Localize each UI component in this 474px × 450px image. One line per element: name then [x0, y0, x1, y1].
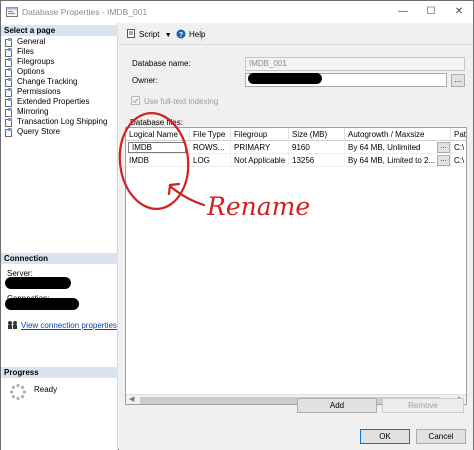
progress-spinner-icon	[9, 383, 27, 401]
owner-label: Owner:	[132, 76, 158, 85]
cell-autogrowth[interactable]: By 64 MB, Limited to 2...	[345, 154, 451, 167]
fulltext-checkbox[interactable]	[131, 96, 140, 105]
dialog-button-bar: OK Cancel	[119, 423, 473, 450]
sidebar-item-general[interactable]: General	[5, 37, 45, 47]
page-icon	[5, 38, 13, 47]
database-name-label: Database name:	[132, 59, 191, 68]
sidebar-item-mirroring[interactable]: Mirroring	[5, 107, 49, 117]
cell-filegroup[interactable]: Not Applicable	[231, 154, 289, 167]
cell-file-type[interactable]: LOG	[190, 154, 231, 167]
logical-name-editor[interactable]: IMDB	[128, 142, 186, 153]
page-icon	[5, 58, 13, 67]
cell-path[interactable]: C:\	[451, 141, 466, 154]
page-icon	[5, 78, 13, 87]
cell-size[interactable]: 13256	[289, 154, 345, 167]
page-icon	[5, 108, 13, 117]
page-icon	[5, 118, 13, 127]
script-button[interactable]: Script ▼	[127, 29, 172, 39]
cell-logical-name[interactable]: IMDB	[126, 141, 190, 154]
cell-path[interactable]: C:\	[451, 154, 466, 167]
close-button[interactable]: ✕	[445, 1, 473, 23]
connection-header: Connection	[1, 253, 118, 264]
cancel-button[interactable]: Cancel	[416, 429, 466, 444]
sidebar-item-permissions[interactable]: Permissions	[5, 87, 61, 97]
sidebar-item-query-store[interactable]: Query Store	[5, 127, 60, 137]
view-connection-properties[interactable]: View connection properties	[7, 320, 117, 330]
server-redaction	[5, 277, 71, 289]
script-icon	[127, 29, 135, 38]
fulltext-label: Use full-text indexing	[144, 97, 219, 106]
database-name-field[interactable]: IMDB_001	[245, 57, 465, 71]
remove-button[interactable]: Remove	[382, 398, 464, 413]
database-properties-icon	[6, 7, 18, 17]
right-pane: Script ▼ ? Help Database name: IMDB_001 …	[119, 23, 473, 423]
view-connection-properties-link[interactable]: View connection properties	[21, 321, 117, 330]
sidebar-item-transaction-log-shipping[interactable]: Transaction Log Shipping	[5, 117, 107, 127]
progress-status: Ready	[34, 385, 58, 394]
column-header-size[interactable]: Size (MB)	[289, 128, 345, 141]
script-dropdown-chevron-icon[interactable]: ▼	[165, 32, 172, 39]
sidebar-item-files[interactable]: Files	[5, 47, 34, 57]
sidebar-item-options[interactable]: Options	[5, 67, 45, 77]
database-files-grid: Logical Name File Type Filegroup Size (M…	[125, 127, 467, 405]
column-header-filegroup[interactable]: Filegroup	[231, 128, 289, 141]
help-icon: ?	[176, 29, 186, 39]
database-properties-window: Database Properties - IMDB_001 — ☐ ✕ Sel…	[0, 0, 474, 450]
column-header-autogrowth[interactable]: Autogrowth / Maxsize	[345, 128, 451, 141]
select-page-header: Select a page	[1, 25, 118, 36]
add-button[interactable]: Add	[297, 398, 377, 413]
help-button[interactable]: ? Help	[176, 29, 205, 39]
autogrowth-browse-button[interactable]: ...	[437, 155, 450, 166]
page-icon	[5, 48, 13, 57]
connection-properties-icon	[8, 321, 17, 329]
column-header-file-type[interactable]: File Type	[190, 128, 231, 141]
minimize-button[interactable]: —	[389, 1, 417, 23]
scroll-left-arrow-icon[interactable]: ◀	[129, 395, 134, 403]
sidebar-item-extended-properties[interactable]: Extended Properties	[5, 97, 90, 107]
svg-text:?: ?	[179, 32, 183, 39]
owner-browse-button[interactable]: ...	[451, 74, 465, 87]
ok-button[interactable]: OK	[360, 429, 410, 444]
cell-autogrowth[interactable]: By 64 MB, Unlimited	[345, 141, 451, 154]
checkmark-icon	[132, 98, 139, 104]
page-icon	[5, 68, 13, 77]
page-icon	[5, 128, 13, 137]
left-pane: Select a page General Files Filegroups O…	[1, 23, 118, 450]
maximize-button[interactable]: ☐	[417, 1, 445, 23]
progress-header: Progress	[1, 367, 118, 378]
cell-size[interactable]: 9160	[289, 141, 345, 154]
autogrowth-browse-button[interactable]: ...	[437, 142, 450, 153]
cell-logical-name[interactable]: IMDB	[126, 154, 190, 167]
page-icon	[5, 98, 13, 107]
cell-filegroup[interactable]: PRIMARY	[231, 141, 289, 154]
connection-redaction	[5, 298, 79, 310]
cell-file-type[interactable]: ROWS...	[190, 141, 231, 154]
column-header-path[interactable]: Path	[451, 128, 466, 141]
column-header-logical-name[interactable]: Logical Name	[126, 128, 190, 141]
sidebar-item-change-tracking[interactable]: Change Tracking	[5, 77, 77, 87]
toolbar: Script ▼ ? Help	[119, 23, 473, 45]
page-icon	[5, 88, 13, 97]
owner-redaction	[248, 73, 322, 84]
title-bar: Database Properties - IMDB_001 — ☐ ✕	[1, 1, 473, 23]
database-files-label: Database files:	[130, 118, 183, 127]
sidebar-item-filegroups[interactable]: Filegroups	[5, 57, 54, 67]
window-title: Database Properties - IMDB_001	[22, 7, 148, 17]
